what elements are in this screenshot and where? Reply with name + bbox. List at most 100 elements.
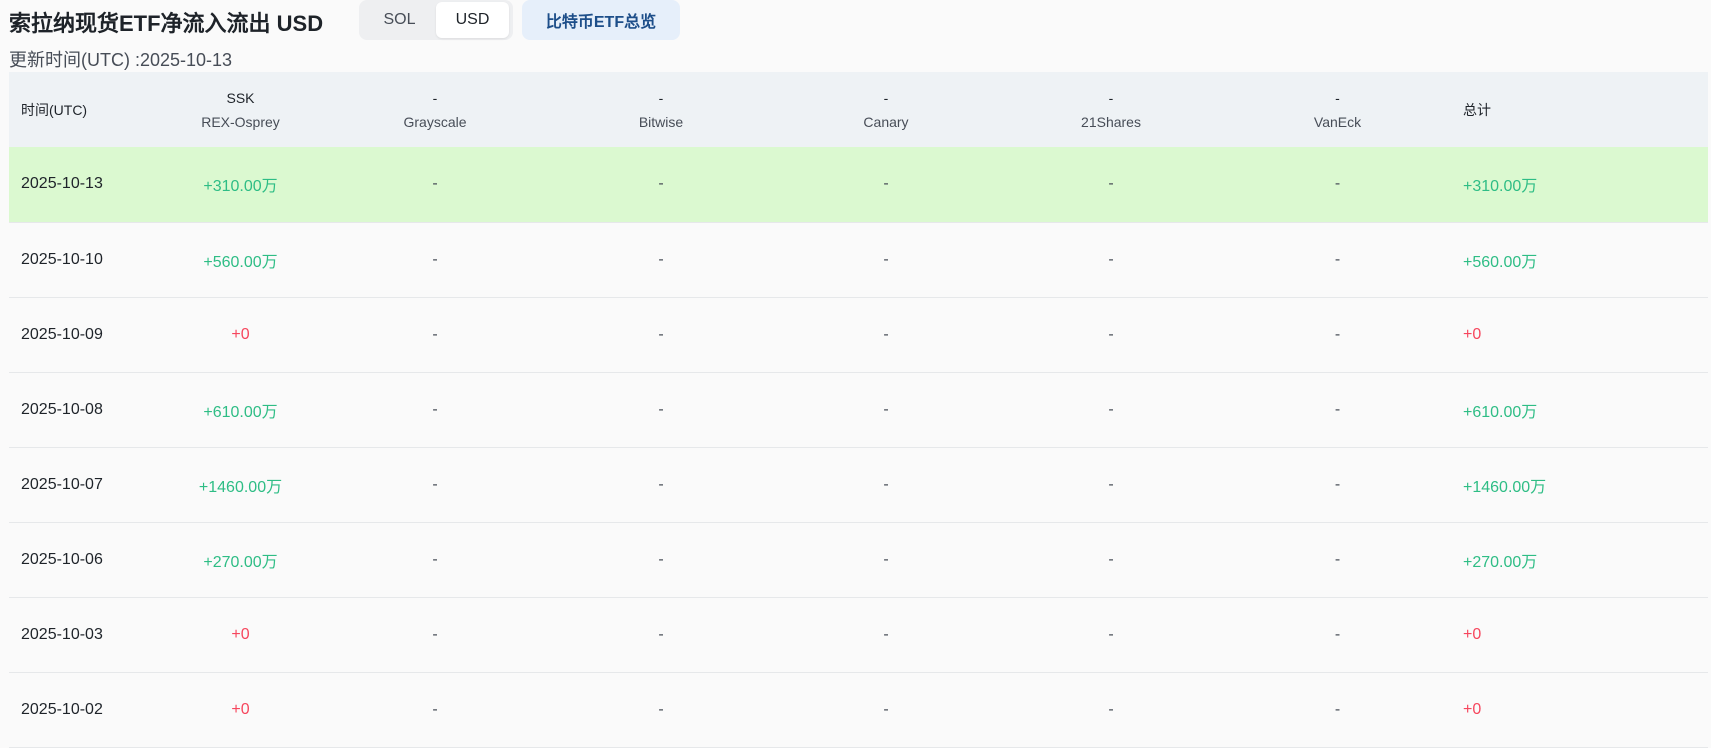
header-issuer: VanEck: [1313, 113, 1362, 130]
table-header-row: 时间(UTC) SSK REX-Osprey - Grayscale - Bit…: [9, 72, 1708, 147]
table-row: 2025-10-07 +1460.00万 - - - - - +1460.00万: [9, 447, 1708, 522]
cell-flow: +0: [231, 325, 250, 343]
cell-flow: -: [658, 250, 664, 268]
cell-flow: -: [883, 550, 889, 568]
cell-flow: +560.00万: [203, 253, 278, 271]
cell-flow: -: [883, 700, 889, 718]
table-row: 2025-10-13 +310.00万 - - - - - +310.00万: [9, 147, 1708, 222]
cell-flow: +310.00万: [203, 178, 278, 196]
cell-total: +310.00万: [1463, 178, 1538, 196]
cell-date: 2025-10-02: [21, 700, 103, 718]
header-ticker: SSK: [226, 89, 255, 106]
page-title: 索拉纳现货ETF净流入流出 USD: [9, 11, 324, 36]
cell-date: 2025-10-03: [21, 625, 103, 643]
etf-flow-table-container: 时间(UTC) SSK REX-Osprey - Grayscale - Bit…: [9, 72, 1708, 748]
cell-flow: +610.00万: [203, 403, 278, 421]
cell-flow: -: [658, 550, 664, 568]
cell-date: 2025-10-09: [21, 325, 103, 343]
cell-flow: -: [1334, 400, 1341, 418]
cell-flow: -: [1108, 325, 1114, 343]
header-issuer: REX-Osprey: [201, 113, 280, 130]
table-row: 2025-10-09 +0 - - - - - +0: [9, 297, 1708, 372]
top-bar: 索拉纳现货ETF净流入流出 USD SOL USD 比特币ETF总览: [0, 0, 1711, 44]
header-ticker: -: [883, 89, 889, 106]
cell-date: 2025-10-06: [21, 550, 103, 568]
cell-flow: -: [1108, 175, 1114, 193]
cell-date: 2025-10-13: [21, 175, 103, 193]
update-time: 更新时间(UTC) :2025-10-13: [9, 50, 233, 70]
cell-flow: -: [883, 400, 889, 418]
header-ticker: -: [658, 89, 664, 106]
cell-flow: -: [1334, 700, 1341, 718]
table-row: 2025-10-10 +560.00万 - - - - - +560.00万: [9, 222, 1708, 297]
cell-date: 2025-10-08: [21, 400, 103, 418]
cell-flow: -: [883, 475, 889, 493]
header-etf: - Grayscale: [322, 72, 548, 147]
cell-flow: -: [658, 400, 664, 418]
cell-total: +270.00万: [1463, 553, 1538, 571]
header-etf: SSK REX-Osprey: [159, 72, 322, 147]
cell-flow: -: [432, 625, 438, 643]
cell-flow: -: [1334, 550, 1341, 568]
etf-flow-table: 时间(UTC) SSK REX-Osprey - Grayscale - Bit…: [9, 72, 1708, 748]
cell-flow: -: [883, 175, 889, 193]
unit-option-sol[interactable]: SOL: [363, 2, 436, 38]
cell-total: +1460.00万: [1463, 478, 1547, 496]
header-issuer: Bitwise: [638, 113, 684, 130]
unit-toggle[interactable]: SOL USD: [359, 0, 513, 40]
cell-flow: -: [432, 250, 438, 268]
cell-flow: -: [1334, 250, 1341, 268]
table-row: 2025-10-08 +610.00万 - - - - - +610.00万: [9, 372, 1708, 447]
cell-flow: -: [1108, 400, 1114, 418]
cell-flow: -: [1334, 175, 1341, 193]
header-ticker: -: [1335, 89, 1340, 106]
cell-flow: -: [432, 475, 438, 493]
cell-flow: -: [1334, 325, 1341, 343]
cell-flow: -: [1334, 625, 1341, 643]
header-etf: - 21Shares: [998, 72, 1224, 147]
cell-flow: -: [658, 175, 664, 193]
bitcoin-etf-overview-button[interactable]: 比特币ETF总览: [522, 0, 680, 40]
header-etf: - Canary: [774, 72, 998, 147]
unit-option-usd[interactable]: USD: [436, 2, 509, 38]
cell-flow: -: [1108, 250, 1114, 268]
header-total: 总计: [1463, 101, 1491, 118]
header-ticker: -: [432, 89, 438, 106]
cell-flow: -: [883, 325, 889, 343]
cell-flow: -: [432, 700, 438, 718]
table-body: 2025-10-13 +310.00万 - - - - - +310.00万 2025-10-1…: [9, 147, 1708, 747]
cell-flow: +270.00万: [203, 553, 278, 571]
cell-flow: -: [658, 475, 664, 493]
cell-date: 2025-10-07: [21, 475, 103, 493]
cell-flow: -: [658, 700, 664, 718]
cell-total: +560.00万: [1463, 253, 1538, 271]
cell-flow: -: [658, 625, 664, 643]
table-row: 2025-10-03 +0 - - - - - +0: [9, 597, 1708, 672]
cell-flow: -: [432, 550, 438, 568]
cell-total: +0: [1463, 325, 1482, 343]
header-time: 时间(UTC): [21, 101, 88, 118]
header-ticker: -: [1108, 89, 1114, 106]
table-row: 2025-10-02 +0 - - - - - +0: [9, 672, 1708, 747]
header-etf: - Bitwise: [548, 72, 774, 147]
cell-flow: -: [1334, 475, 1341, 493]
cell-flow: -: [883, 250, 889, 268]
cell-flow: -: [1108, 625, 1114, 643]
cell-flow: -: [1108, 475, 1114, 493]
cell-flow: -: [432, 400, 438, 418]
cell-flow: -: [883, 625, 889, 643]
cell-total: +0: [1463, 700, 1482, 718]
cell-flow: +0: [231, 625, 250, 643]
header-issuer: Canary: [863, 113, 909, 130]
cell-total: +610.00万: [1463, 403, 1538, 421]
cell-flow: -: [432, 175, 438, 193]
cell-flow: -: [1108, 700, 1114, 718]
header-etf: - VanEck: [1224, 72, 1451, 147]
cell-flow: +0: [231, 700, 250, 718]
cell-flow: -: [432, 325, 438, 343]
header-issuer: Grayscale: [403, 113, 467, 130]
header-issuer: 21Shares: [1081, 113, 1141, 130]
cell-total: +0: [1463, 625, 1482, 643]
cell-date: 2025-10-10: [21, 250, 103, 268]
table-row: 2025-10-06 +270.00万 - - - - - +270.00万: [9, 522, 1708, 597]
